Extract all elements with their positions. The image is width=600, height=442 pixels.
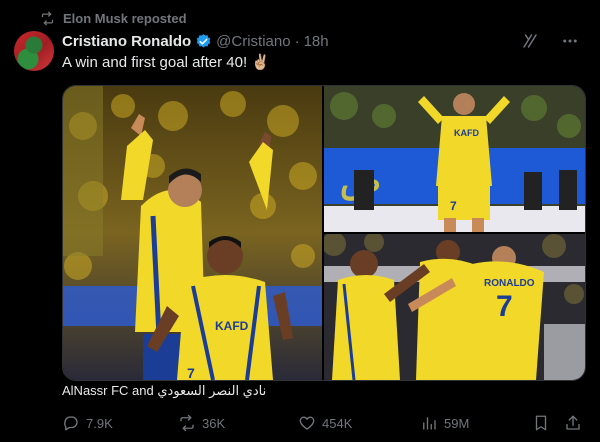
repost-icon (180, 414, 194, 432)
top-right-actions (520, 31, 580, 51)
shirt-sponsor-text: KAFD (215, 319, 249, 333)
action-bar: 7.9K 36K 454K 59M (62, 412, 584, 434)
shirt-number: 7 (450, 199, 457, 213)
tweet-text: A win and first goal after 40! ✌🏼 (62, 54, 270, 71)
media-tagged-accounts[interactable]: AlNassr FC and نادي النصر السعودي (62, 383, 266, 399)
reply-icon (64, 416, 78, 431)
photo-arms-raised[interactable]: ص KAFD 7 (324, 86, 585, 232)
like-count: 454K (322, 415, 353, 431)
shirt-name-text: RONALDO (484, 278, 535, 289)
like-button[interactable]: 454K (298, 414, 352, 432)
photo-celebration-duo[interactable]: KAFD 7 (63, 86, 322, 380)
post-time[interactable]: 18h (304, 33, 329, 50)
author-handle[interactable]: @Cristiano (216, 33, 290, 50)
repost-indicator[interactable]: Elon Musk reposted (40, 9, 187, 27)
bookmark-button[interactable] (532, 414, 550, 432)
analytics-icon (423, 417, 436, 430)
shirt-sponsor-text: KAFD (454, 128, 479, 138)
verified-badge-icon[interactable] (195, 33, 212, 50)
reply-button[interactable]: 7.9K (62, 414, 113, 432)
heart-icon (299, 416, 315, 430)
views-count: 59M (444, 415, 470, 431)
repost-text: Elon Musk reposted (63, 10, 187, 26)
avatar[interactable] (14, 31, 54, 71)
shirt-number: 7 (187, 365, 195, 380)
header-separator: · (294, 32, 300, 50)
more-options-icon[interactable] (560, 31, 580, 51)
photo-team-celebration[interactable]: RONALDO 7 (324, 234, 585, 380)
repost-count: 36K (202, 415, 226, 431)
tweet-header: Cristiano Ronaldo @Cristiano · 18h (62, 31, 329, 51)
author-name[interactable]: Cristiano Ronaldo (62, 33, 191, 50)
repost-icon (41, 11, 54, 25)
share-icon (566, 415, 580, 430)
shirt-number: 7 (496, 290, 513, 323)
grok-icon[interactable] (520, 31, 540, 51)
share-button[interactable] (564, 414, 582, 432)
reply-count: 7.9K (86, 415, 113, 431)
repost-button[interactable]: 36K (178, 414, 225, 432)
bookmark-icon (535, 415, 547, 431)
views-button[interactable]: 59M (420, 414, 469, 432)
media-grid: KAFD 7 ص KAFD 7 (62, 85, 586, 381)
